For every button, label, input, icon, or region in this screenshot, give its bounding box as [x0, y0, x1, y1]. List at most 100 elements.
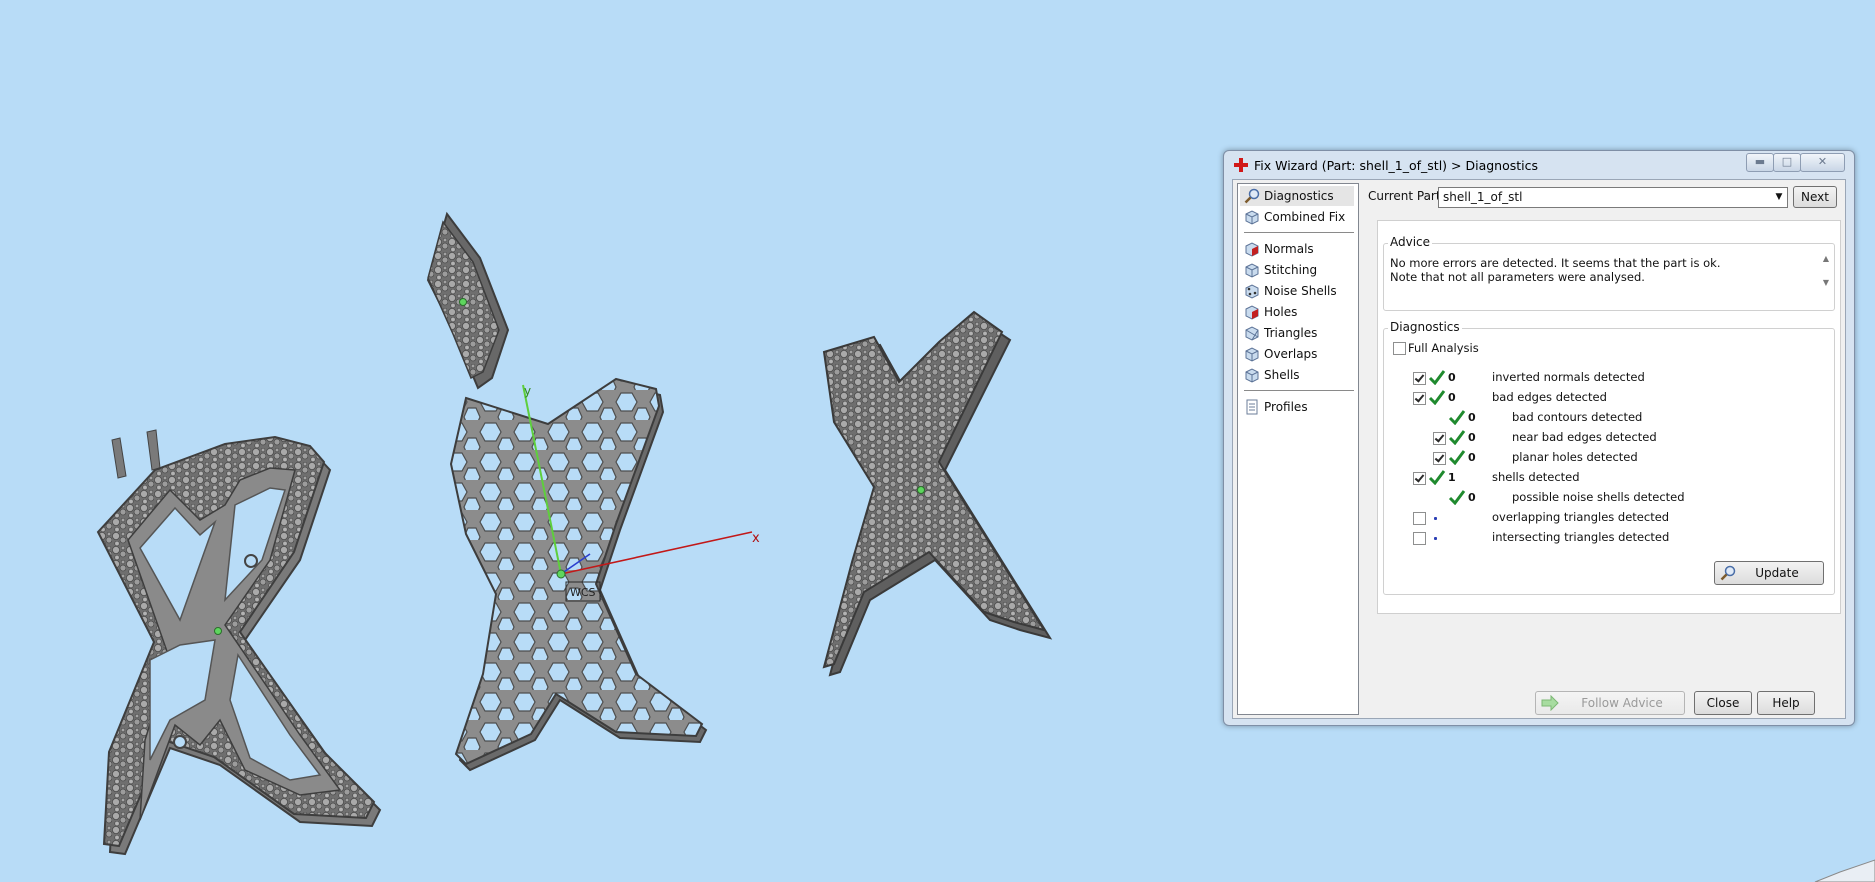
bad-edges-text: bad edges detected — [1492, 390, 1607, 404]
nav-item-normals[interactable]: Normals — [1240, 239, 1354, 259]
minimize-button[interactable]: ▬ — [1746, 153, 1774, 172]
nav-item-label: Profiles — [1264, 400, 1308, 414]
pendant-model-1[interactable] — [96, 429, 382, 856]
noise-shells-text: possible noise shells detected — [1512, 490, 1685, 504]
nav-item-label: Combined Fix — [1264, 210, 1346, 224]
inverted-normals-checkbox[interactable] — [1413, 372, 1426, 385]
nav-item-label: Stitching — [1264, 263, 1318, 277]
near-bad-edges-checkbox[interactable] — [1433, 432, 1446, 445]
red-cross-icon — [1234, 158, 1248, 172]
nav-item-shells[interactable]: Shells — [1240, 365, 1354, 385]
maximize-button[interactable]: □ — [1773, 153, 1801, 172]
nav-item-stitching[interactable]: Stitching — [1240, 260, 1354, 280]
nav-item-noise-shells[interactable]: Noise Shells — [1240, 281, 1354, 301]
triangles-icon — [1245, 326, 1259, 341]
diagnostics-group: Diagnostics Full Analysis 0 inverted nor… — [1383, 320, 1835, 595]
advice-title: Advice — [1388, 235, 1433, 249]
nav-separator — [1244, 390, 1354, 391]
axis-x-label: x — [752, 531, 760, 546]
overlapping-triangles-text: overlapping triangles detected — [1492, 510, 1670, 524]
close-window-button[interactable]: ✕ — [1800, 153, 1845, 172]
advice-scrollbar[interactable]: ▲ ▼ — [1819, 254, 1833, 290]
intersecting-triangles-text: intersecting triangles detected — [1492, 530, 1670, 544]
nav-item-diagnostics[interactable]: Diagnostics — [1240, 186, 1354, 206]
check-icon — [1428, 390, 1446, 405]
check-icon — [1428, 370, 1446, 385]
bad-edges-count: 0 — [1448, 391, 1456, 404]
check-icon — [1448, 430, 1466, 445]
nav-item-profiles[interactable]: Profiles — [1240, 397, 1354, 417]
update-button[interactable]: Update — [1714, 561, 1824, 585]
holes-icon — [1245, 305, 1259, 320]
follow-advice-button[interactable]: Follow Advice — [1535, 691, 1685, 715]
nav-item-label: Diagnostics — [1264, 189, 1334, 203]
check-icon — [1428, 470, 1446, 485]
pendant-model-3[interactable] — [449, 377, 708, 772]
overlapping-triangles-checkbox[interactable] — [1413, 512, 1426, 525]
dialog-title: Fix Wizard (Part: shell_1_of_stl) > Diag… — [1254, 158, 1539, 173]
current-part-value: shell_1_of_stl — [1443, 190, 1523, 204]
bad-contours-text: bad contours detected — [1512, 410, 1643, 424]
next-button[interactable]: Next — [1793, 186, 1837, 208]
dialog-titlebar[interactable]: Fix Wizard (Part: shell_1_of_stl) > Diag… — [1224, 151, 1854, 179]
nav-item-triangles[interactable]: Triangles — [1240, 323, 1354, 343]
wizard-nav: Diagnostics Combined Fix Normals Stitchi… — [1237, 183, 1359, 715]
nav-item-combined-fix[interactable]: Combined Fix — [1240, 207, 1354, 227]
planar-holes-checkbox[interactable] — [1433, 452, 1446, 465]
pendant-model-2[interactable] — [426, 211, 510, 390]
nav-item-label: Shells — [1264, 368, 1300, 382]
shells-count: 1 — [1448, 471, 1456, 484]
noise-shells-icon — [1245, 284, 1259, 299]
normals-icon — [1245, 242, 1259, 257]
not-analysed-icon — [1434, 537, 1437, 540]
cube-icon — [1245, 210, 1259, 225]
axis-y-label: y — [524, 384, 531, 398]
check-icon — [1448, 410, 1466, 425]
advice-text: No more errors are detected. It seems th… — [1390, 256, 1721, 284]
nav-item-label: Noise Shells — [1264, 284, 1337, 298]
inverted-normals-text: inverted normals detected — [1492, 370, 1645, 384]
nav-item-label: Normals — [1264, 242, 1314, 256]
help-button[interactable]: Help — [1757, 691, 1815, 715]
nav-item-label: Triangles — [1264, 326, 1318, 340]
close-button[interactable]: Close — [1694, 691, 1752, 715]
noise-shells-count: 0 — [1468, 491, 1476, 504]
arrow-right-icon — [1541, 695, 1559, 711]
intersecting-triangles-checkbox[interactable] — [1413, 532, 1426, 545]
chevron-down-icon[interactable]: ▼ — [1771, 188, 1787, 207]
shells-icon — [1245, 368, 1259, 383]
scroll-down-icon[interactable]: ▼ — [1819, 278, 1833, 287]
nav-item-label: Holes — [1264, 305, 1298, 319]
shells-checkbox[interactable] — [1413, 472, 1426, 485]
planar-holes-text: planar holes detected — [1512, 450, 1638, 464]
fix-wizard-dialog: Fix Wizard (Part: shell_1_of_stl) > Diag… — [1223, 150, 1855, 726]
nav-item-holes[interactable]: Holes — [1240, 302, 1354, 322]
scroll-up-icon[interactable]: ▲ — [1819, 254, 1833, 263]
magnifier-icon — [1720, 565, 1736, 581]
diagnostics-title: Diagnostics — [1388, 320, 1462, 334]
check-icon — [1448, 490, 1466, 505]
shells-text: shells detected — [1492, 470, 1580, 484]
profiles-icon — [1246, 399, 1258, 415]
current-part-select[interactable]: shell_1_of_stl ▼ — [1438, 187, 1788, 208]
nav-item-label: Overlaps — [1264, 347, 1318, 361]
view-cube-corner[interactable] — [1814, 859, 1875, 882]
planar-holes-count: 0 — [1468, 451, 1476, 464]
update-label: Update — [1755, 566, 1799, 580]
inverted-normals-count: 0 — [1448, 371, 1456, 384]
dialog-client: Diagnostics Combined Fix Normals Stitchi… — [1232, 179, 1846, 719]
full-analysis-checkbox[interactable] — [1393, 342, 1406, 355]
bad-contours-count: 0 — [1468, 411, 1476, 424]
stitching-icon — [1245, 263, 1259, 278]
magnifier-icon — [1244, 188, 1260, 204]
diagnostics-panel: Advice No more errors are detected. It s… — [1377, 220, 1841, 614]
advice-group: Advice No more errors are detected. It s… — [1383, 235, 1835, 311]
near-bad-edges-count: 0 — [1468, 431, 1476, 444]
nav-item-overlaps[interactable]: Overlaps — [1240, 344, 1354, 364]
bad-edges-checkbox[interactable] — [1413, 392, 1426, 405]
near-bad-edges-text: near bad edges detected — [1512, 430, 1657, 444]
current-part-label: Current Part: — [1368, 189, 1445, 203]
not-analysed-icon — [1434, 517, 1437, 520]
wcs-label: WCS — [570, 586, 596, 599]
pendant-model-4[interactable] — [822, 310, 1053, 677]
